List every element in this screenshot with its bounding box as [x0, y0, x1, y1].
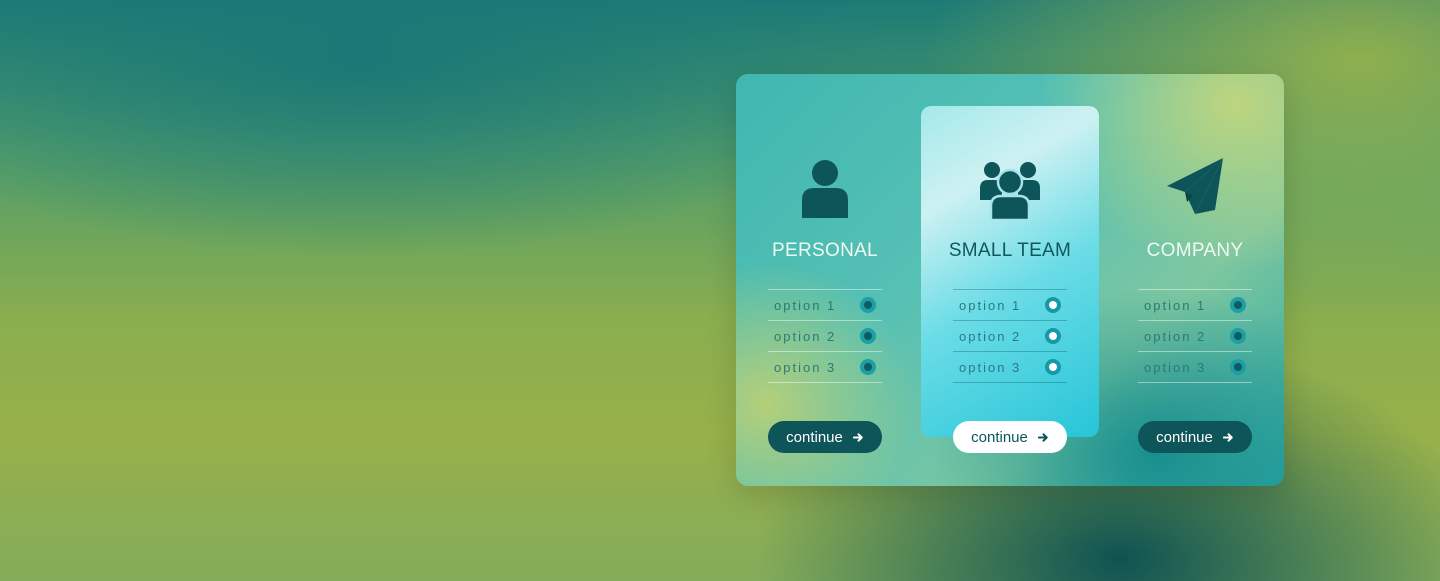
plan-option[interactable]: option 2: [1138, 320, 1252, 351]
plan-options-list: option 1 option 2 option 3: [953, 289, 1067, 383]
pricing-panel: PERSONAL option 1 option 2 option 3 cont…: [736, 74, 1284, 486]
plan-option[interactable]: option 1: [768, 289, 882, 320]
person-icon: [802, 160, 848, 218]
radio-button[interactable]: [860, 359, 876, 375]
plan-options-list: option 1 option 2 option 3: [1138, 289, 1252, 383]
radio-button[interactable]: [1230, 359, 1246, 375]
continue-button-personal[interactable]: continue: [768, 421, 882, 453]
plan-option[interactable]: option 3: [1138, 351, 1252, 383]
plan-title: COMPANY: [1146, 240, 1244, 261]
plan-title: SMALL TEAM: [948, 240, 1072, 261]
plan-option[interactable]: option 1: [953, 289, 1067, 320]
radio-button[interactable]: [1045, 359, 1061, 375]
option-label: option 2: [959, 328, 1022, 344]
plan-card-personal: PERSONAL option 1 option 2 option 3 cont…: [736, 74, 914, 486]
plan-card-company: COMPANY option 1 option 2 option 3 conti…: [1106, 74, 1284, 486]
plan-card-small-team: SMALL TEAM option 1 option 2 option 3 co…: [921, 74, 1099, 486]
plan-option[interactable]: option 2: [768, 320, 882, 351]
plan-option[interactable]: option 3: [768, 351, 882, 383]
continue-button-company[interactable]: continue: [1138, 421, 1252, 453]
group-icon: [980, 162, 1040, 220]
option-label: option 3: [1144, 359, 1207, 375]
option-label: option 3: [959, 359, 1022, 375]
radio-button[interactable]: [1230, 328, 1246, 344]
arrow-right-icon: [1222, 432, 1233, 442]
radio-button[interactable]: [860, 328, 876, 344]
arrow-right-icon: [1037, 432, 1048, 442]
button-label: continue: [786, 428, 843, 446]
plan-options-list: option 1 option 2 option 3: [768, 289, 882, 383]
option-label: option 2: [774, 328, 837, 344]
radio-button[interactable]: [1045, 297, 1061, 313]
plan-option[interactable]: option 2: [953, 320, 1067, 351]
plan-option[interactable]: option 1: [1138, 289, 1252, 320]
radio-button[interactable]: [860, 297, 876, 313]
radio-button[interactable]: [1230, 297, 1246, 313]
continue-button-small-team[interactable]: continue: [953, 421, 1067, 453]
button-label: continue: [1156, 428, 1213, 446]
option-label: option 2: [1144, 328, 1207, 344]
option-label: option 1: [1144, 297, 1207, 313]
plan-option[interactable]: option 3: [953, 351, 1067, 383]
option-label: option 3: [774, 359, 837, 375]
option-label: option 1: [959, 297, 1022, 313]
plan-title: PERSONAL: [772, 240, 878, 261]
radio-button[interactable]: [1045, 328, 1061, 344]
option-label: option 1: [774, 297, 837, 313]
button-label: continue: [971, 428, 1028, 446]
arrow-right-icon: [852, 432, 863, 442]
paper-plane-icon: [1167, 158, 1223, 214]
